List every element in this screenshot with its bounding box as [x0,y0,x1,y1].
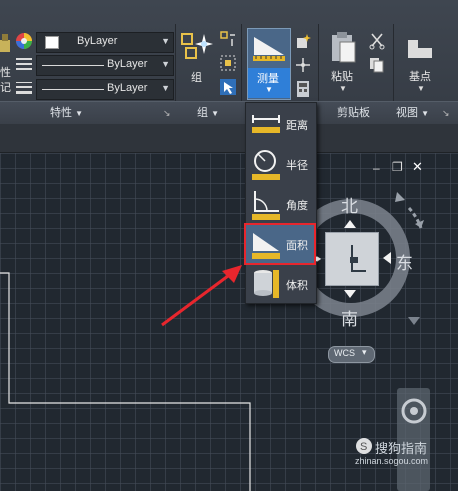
area-icon [253,37,285,61]
viewcube-arrow-south-icon[interactable] [343,289,357,299]
clipboard-panel-title[interactable]: 剪贴板 [337,104,370,120]
cut-icon[interactable] [368,32,386,50]
properties-panel-title[interactable]: 特性 ▼ [50,104,83,120]
lineweight-combo[interactable]: ByLayer ▼ [36,79,174,100]
restore-icon[interactable]: ❐ [392,160,403,174]
volume-icon [254,270,279,298]
chevron-down-icon: ▼ [211,109,219,118]
paste-icon [332,32,356,63]
viewcube-top-face[interactable] [325,232,379,286]
linetype-preview [42,65,104,66]
chevron-down-icon: ▼ [161,83,170,93]
menu-item-radius[interactable]: 半径 [246,145,316,185]
chevron-down-icon: ▼ [421,109,429,118]
menu-item-label: 体积 [286,280,308,292]
watermark-url: zhinan.sogou.com [355,456,429,466]
partial-label-bottom: 记 [0,82,11,94]
match-properties-button[interactable]: 性 记 [0,30,12,96]
calculator-icon[interactable] [293,80,313,98]
chevron-down-icon: ▾ [362,347,367,357]
chevron-down-icon: ▼ [339,84,347,93]
file-tab-strip [0,124,458,153]
menu-item-volume[interactable]: 体积 [246,265,316,305]
base-point-icon [408,40,432,58]
copy-icon[interactable] [368,56,386,74]
chevron-down-icon: ▼ [75,109,83,118]
linetype-combo-value: ByLayer [107,58,148,70]
close-icon[interactable]: ✕ [412,159,423,175]
chevron-down-icon: ▼ [417,84,425,93]
viewcube-arrow-north-icon[interactable] [343,219,357,229]
linetype-combo[interactable]: ByLayer ▼ [36,55,174,76]
chevron-down-icon: ▼ [265,85,273,94]
group-edit-icon[interactable] [219,54,237,72]
groups-panel-title[interactable]: 组 ▼ [197,104,219,120]
paste-button[interactable]: 粘贴 ▼ [325,30,361,93]
lineweight-combo-value: ByLayer [107,82,148,94]
measure-button[interactable]: 测量 ▼ [247,28,291,100]
color-combo-value: ByLayer [77,35,118,47]
sogou-logo-icon: S [356,438,372,454]
base-point-label: 基点 [409,71,431,83]
minimize-icon[interactable]: – [373,161,380,175]
groups-panel-title-text: 组 [197,107,208,119]
dialog-launcher-icon[interactable]: ↘ [442,108,450,119]
lineweight-icon[interactable] [15,80,33,96]
dialog-launcher-icon[interactable]: ↘ [163,108,171,119]
compass-south-label[interactable]: 南 [341,305,358,330]
menu-item-label: 半径 [286,160,308,172]
chevron-down-icon: ▼ [161,59,170,69]
color-combo[interactable]: ByLayer ▼ [36,32,174,53]
highlight-box [244,223,316,265]
measure-dropdown-menu: 距离 半径 角度 面积 体积 [245,102,317,304]
quick-select-icon[interactable] [293,32,313,50]
ucs-marker-icon [350,245,366,272]
menu-item-angle[interactable]: 角度 [246,185,316,225]
linetype-icon[interactable] [15,56,33,72]
point-id-icon[interactable] [293,56,313,74]
properties-panel-title-text: 特性 [50,107,72,119]
color-swatch [45,36,59,49]
view-panel-title[interactable]: 视图 ▼ [396,104,429,120]
annotation-arrow-icon [161,265,242,327]
group-button-label: 组 [191,72,202,84]
viewcube-arrow-east-icon[interactable] [382,251,392,265]
partial-label-top: 性 [0,67,11,79]
paste-label: 粘贴 [331,71,353,83]
angle-icon [252,191,280,220]
group-icon [181,33,213,59]
compass-north-label[interactable]: 北 [341,192,358,217]
radius-icon [252,150,280,180]
watermark-brand: 搜狗指南 [375,441,428,456]
compass-east-label[interactable]: 东 [396,249,413,274]
menu-item-distance[interactable]: 距离 [246,105,316,145]
color-wheel-icon[interactable] [15,32,33,50]
brush-icon [0,34,10,52]
wcs-menu-button[interactable]: WCS ▾ [328,346,375,363]
wcs-label: WCS [334,348,355,358]
menu-item-label: 距离 [286,120,308,132]
chevron-down-icon: ▼ [161,36,170,46]
base-point-button[interactable]: 基点 ▼ [400,30,444,93]
ungroup-icon[interactable] [219,30,237,48]
clipboard-panel-title-text: 剪贴板 [337,107,370,119]
svg-text:S: S [360,441,367,453]
group-selection-icon[interactable] [219,78,237,96]
steering-wheel-icon[interactable] [401,398,427,424]
menu-item-label: 角度 [286,200,308,212]
measure-label: 测量 [257,73,279,85]
watermark: S 搜狗指南 zhinan.sogou.com [355,435,458,491]
group-button[interactable]: 组 [180,30,214,85]
view-panel-title-text: 视图 [396,107,418,119]
distance-icon [252,115,280,133]
lineweight-preview [42,89,104,90]
measure-dropdown-area[interactable]: 测量 ▼ [248,68,290,98]
